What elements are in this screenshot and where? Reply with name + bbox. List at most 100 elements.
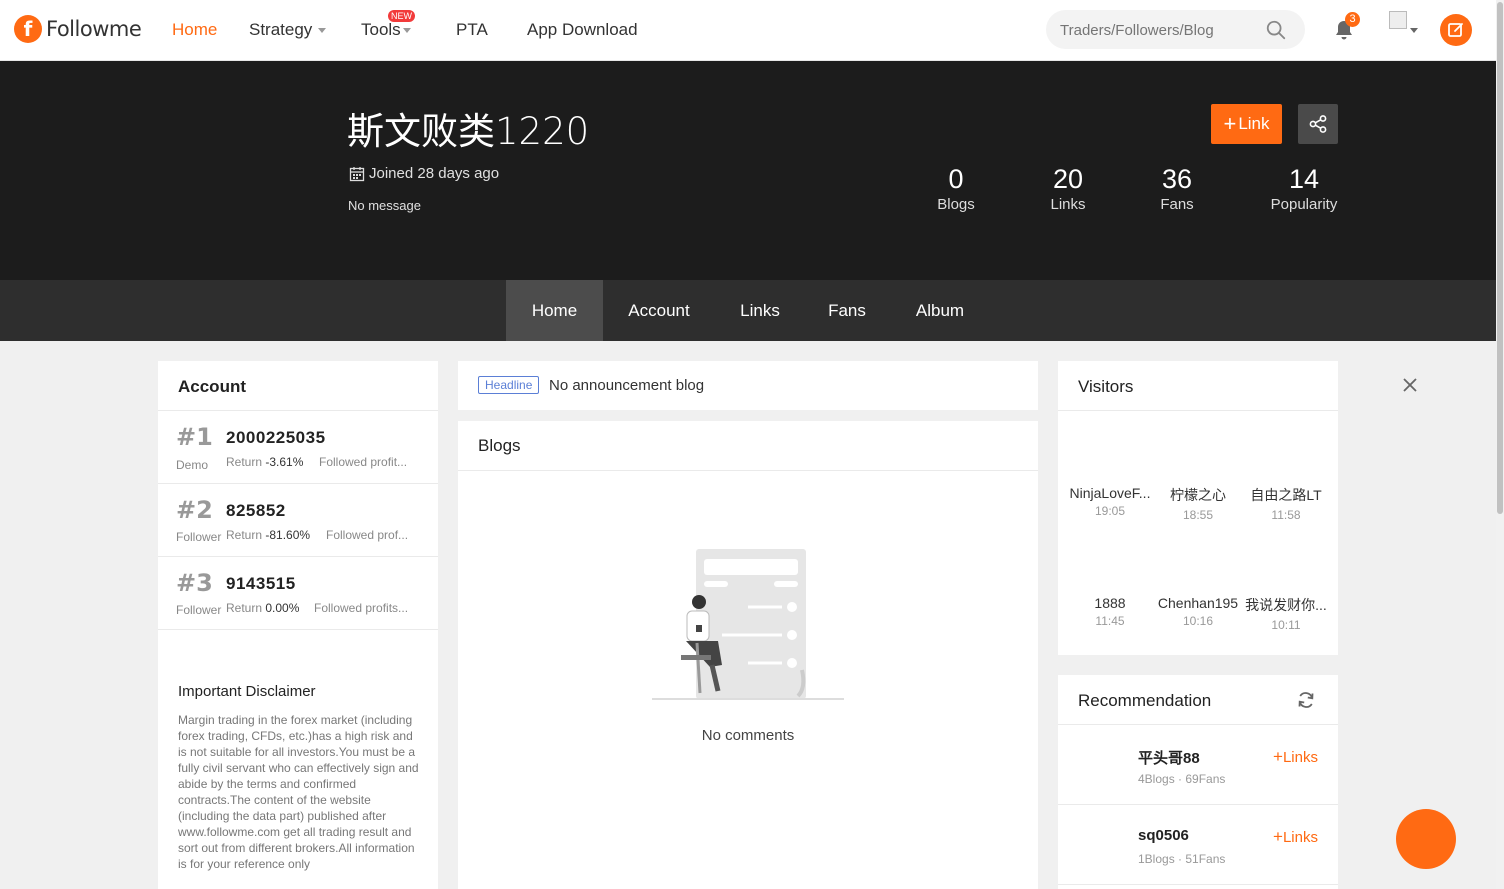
return-label: Return [226,455,263,469]
chevron-down-icon[interactable] [1410,28,1418,33]
plus-icon: + [1223,111,1237,136]
account-card: Account #1 2000225035 Demo Return -3.61%… [158,361,438,889]
tab-home[interactable]: Home [506,280,603,341]
nav-tools[interactable]: Tools NEW [361,10,415,40]
user-avatar[interactable] [1389,11,1407,29]
account-type: Follower [176,603,222,617]
account-followed: Followed profits... [314,601,409,615]
account-row[interactable]: #2 825852 Follower Return -81.60% Follow… [158,484,438,557]
visitor-name: 1888 [1094,595,1126,611]
write-blog-button[interactable] [1440,14,1472,46]
stat-popularity[interactable]: 14 Popularity [1264,164,1344,213]
return-label: Return [226,528,263,542]
visitor-time: 11:58 [1271,508,1301,522]
nav-pta[interactable]: PTA [456,20,488,40]
recommendation-item[interactable]: sq0506 1Blogs · 51Fans +Links [1058,805,1338,885]
visitor-item[interactable]: Chenhan195 10:16 [1152,595,1244,628]
tab-fans[interactable]: Fans [816,280,878,341]
profile-banner: 斯文败类1220 Joined 28 days ago No message +… [0,61,1496,280]
stat-label: Blogs [937,196,975,213]
visitor-item[interactable]: 自由之路LT 11:58 [1240,485,1332,522]
visitor-name: 自由之路LT [1250,487,1322,503]
recommended-user-meta: 1Blogs · 51Fans [1138,852,1226,866]
tab-account[interactable]: Account [612,280,706,341]
account-row[interactable]: #1 2000225035 Demo Return -3.61% Followe… [158,411,438,484]
divider [1058,410,1338,411]
scrollbar-thumb[interactable] [1497,2,1503,514]
account-rank: #2 [176,496,213,524]
return-value: 0.00% [265,601,300,615]
visitor-name: 我说发财你... [1245,597,1327,613]
follow-link-label: Links [1282,749,1318,766]
announcement-text: No announcement blog [549,377,705,394]
visitor-item[interactable]: 1888 11:45 [1064,595,1156,628]
account-return: Return -3.61% [226,455,303,469]
empty-state-illustration [652,549,844,700]
visitor-item[interactable]: NinjaLoveF... 19:05 [1064,485,1156,518]
visitor-time: 10:11 [1271,618,1301,632]
tab-links[interactable]: Links [725,280,795,341]
profile-username: 斯文败类1220 [347,110,590,153]
joined-info: Joined 28 days ago [349,165,499,182]
stat-label: Fans [1160,196,1194,213]
top-navbar: f Followme Home Strategy Tools NEW PTA Ap… [0,0,1496,61]
account-type: Follower [176,530,222,544]
new-badge: NEW [388,10,415,22]
tab-album[interactable]: Album [900,280,980,341]
nav-home[interactable]: Home [172,20,217,40]
chevron-down-icon [402,28,411,34]
stat-value: 14 [1288,164,1320,194]
visitor-time: 19:05 [1094,504,1126,518]
empty-text: No comments [701,727,795,744]
visitor-name: NinjaLoveF... [1069,485,1151,501]
followme-logo[interactable]: f Followme [14,15,142,43]
follow-link-button[interactable]: +Links [1273,827,1318,847]
plus-icon: + [1273,827,1283,846]
account-row[interactable]: #3 9143515 Follower Return 0.00% Followe… [158,557,438,630]
visitor-item[interactable]: 柠檬之心 18:55 [1152,485,1244,522]
follow-link-button[interactable]: +Links [1273,747,1318,767]
account-followed: Followed profit... [319,455,408,469]
stat-label: Popularity [1270,196,1338,213]
account-number: 9143515 [226,574,296,593]
stat-links[interactable]: 20 Links [1038,164,1098,213]
refresh-icon[interactable] [1296,690,1316,710]
notification-count-badge: 3 [1345,12,1360,27]
link-button[interactable]: + Link [1211,104,1282,144]
nav-app-download[interactable]: App Download [527,20,638,40]
search-input[interactable] [1060,19,1260,41]
account-return: Return 0.00% [226,601,299,615]
visitors-title: Visitors [1078,377,1134,396]
close-icon[interactable] [1403,378,1417,392]
profile-message: No message [348,198,421,213]
stat-value: 20 [1052,164,1084,194]
nav-strategy[interactable]: Strategy [249,20,327,40]
visitor-item[interactable]: 我说发财你... 10:11 [1240,595,1332,632]
nav-tools-label: Tools [361,20,401,39]
stat-blogs[interactable]: 0 Blogs [926,164,986,213]
account-type: Demo [176,458,209,472]
visitors-card: Visitors NinjaLoveF... 19:05 柠檬之心 18:55 … [1058,361,1338,655]
account-number: 825852 [226,501,286,520]
page-scrollbar[interactable] [1496,0,1504,889]
stat-fans[interactable]: 36 Fans [1147,164,1207,213]
disclaimer-title: Important Disclaimer [178,683,316,700]
recommendation-item[interactable]: 平头哥88 4Blogs · 69Fans +Links [1058,725,1338,805]
logo-text: Followme [46,17,142,41]
recommended-user-name: sq0506 [1138,827,1189,844]
search-icon[interactable] [1265,19,1287,41]
recommended-user-meta: 4Blogs · 69Fans [1138,772,1226,786]
recommendation-card: Recommendation 平头哥88 4Blogs · 69Fans +Li… [1058,675,1338,889]
chevron-down-icon [318,28,327,34]
recommended-user-name: 平头哥88 [1138,750,1200,767]
joined-text: Joined 28 days ago [369,165,500,182]
floating-action-button[interactable] [1396,809,1456,869]
disclaimer-body: Margin trading in the forex market (incl… [178,713,419,871]
share-button[interactable] [1298,104,1338,144]
recommendation-title: Recommendation [1078,691,1212,710]
return-value: -81.60% [265,528,311,542]
headline-tag: Headline [478,376,540,394]
plus-icon: + [1273,747,1283,766]
account-return: Return -81.60% [226,528,310,542]
return-label: Return [226,601,263,615]
